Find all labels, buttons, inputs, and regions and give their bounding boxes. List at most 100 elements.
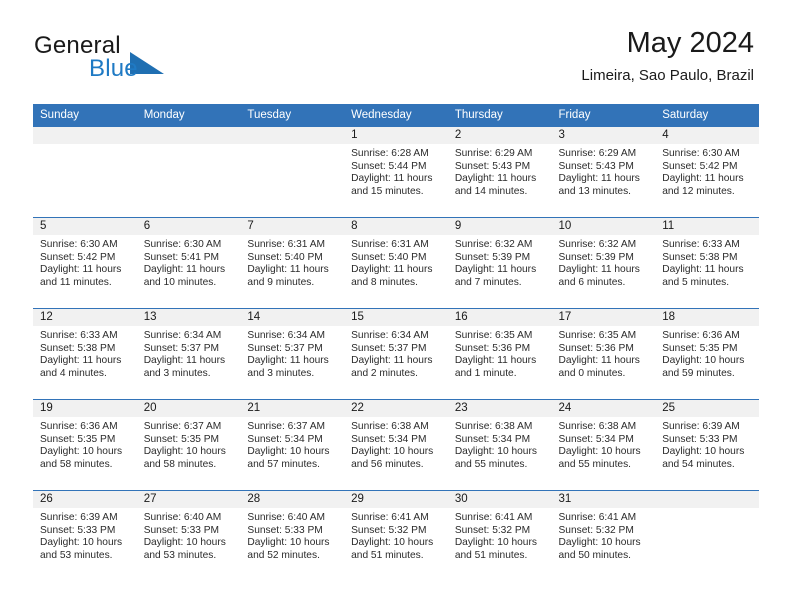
sunrise-text: Sunrise: 6:41 AM [351,512,429,523]
sunset-text: Sunset: 5:32 PM [558,524,634,536]
day-cell-inner [136,127,241,217]
day-number: 3 [551,127,656,144]
sunrise-text: Sunrise: 6:32 AM [454,239,533,250]
day-details: Sunrise: 6:32 AM Sunset: 5:39 PM Daylight:… [448,235,552,289]
day-number [655,491,759,508]
day-details: Sunrise: 6:36 AM Sunset: 5:35 PM Daylight:… [33,417,137,471]
day-cell-inner: 16 Sunrise: 6:35 AM Sunset: 5:36 PM Dayligh… [447,309,552,399]
day-cell-inner: 7 Sunrise: 6:31 AM Sunset: 5:40 PM Daylight… [240,218,345,308]
day-number: 22 [344,400,448,417]
daylight-text-line2: and 15 minutes. [351,185,424,197]
calendar-day-cell[interactable]: 15 Sunrise: 6:34 AM Sunset: 5:37 PM Dayligh… [344,308,448,400]
day-number: 11 [655,218,759,235]
day-cell-inner: 4 Sunrise: 6:30 AM Sunset: 5:42 PM Daylight… [655,127,759,217]
calendar-day-cell[interactable]: 18 Sunrise: 6:36 AM Sunset: 5:35 PM Dayligh… [655,308,759,400]
calendar-day-cell-empty [655,490,759,581]
calendar-day-cell[interactable]: 5 Sunrise: 6:30 AM Sunset: 5:42 PM Daylight… [33,217,137,309]
calendar-day-cell[interactable]: 21 Sunrise: 6:37 AM Sunset: 5:34 PM Dayligh… [240,399,345,491]
day-number [136,127,241,144]
calendar-day-cell[interactable]: 13 Sunrise: 6:34 AM Sunset: 5:37 PM Dayligh… [136,308,241,400]
calendar-day-cell[interactable]: 28 Sunrise: 6:40 AM Sunset: 5:33 PM Dayligh… [240,490,345,581]
sunset-text: Sunset: 5:37 PM [247,342,323,354]
sunrise-text: Sunrise: 6:40 AM [247,512,325,523]
daylight-text-line1: Daylight: 10 hours [351,446,434,458]
calendar-day-cell[interactable]: 16 Sunrise: 6:35 AM Sunset: 5:36 PM Dayligh… [447,308,552,400]
calendar-week-row: 26 Sunrise: 6:39 AM Sunset: 5:33 PM Dayligh… [33,490,759,581]
day-details: Sunrise: 6:33 AM Sunset: 5:38 PM Daylight:… [655,235,759,289]
sunset-text: Sunset: 5:33 PM [247,524,323,536]
day-number: 19 [33,400,137,417]
sunset-text: Sunset: 5:35 PM [40,433,116,445]
day-details: Sunrise: 6:39 AM Sunset: 5:33 PM Daylight:… [655,417,759,471]
weekday-header-sunday: Sunday [33,104,137,127]
day-details: Sunrise: 6:34 AM Sunset: 5:37 PM Daylight:… [137,326,241,380]
sunset-text: Sunset: 5:33 PM [662,433,738,445]
calendar-day-cell[interactable]: 20 Sunrise: 6:37 AM Sunset: 5:35 PM Dayligh… [136,399,241,491]
calendar-day-cell-empty [33,127,137,218]
sunset-text: Sunset: 5:34 PM [247,433,323,445]
calendar-day-cell[interactable]: 23 Sunrise: 6:38 AM Sunset: 5:34 PM Dayligh… [447,399,552,491]
calendar-day-cell[interactable]: 24 Sunrise: 6:38 AM Sunset: 5:34 PM Dayligh… [551,399,656,491]
daylight-text-line2: and 4 minutes. [40,367,107,379]
day-details: Sunrise: 6:34 AM Sunset: 5:37 PM Daylight:… [344,326,448,380]
calendar-day-cell[interactable]: 17 Sunrise: 6:35 AM Sunset: 5:36 PM Dayligh… [551,308,656,400]
calendar-day-cell[interactable]: 11 Sunrise: 6:33 AM Sunset: 5:38 PM Dayligh… [655,217,759,309]
calendar-grid: Sunday Monday Tuesday Wednesday Thursday… [33,104,759,581]
daylight-text-line1: Daylight: 10 hours [558,446,641,458]
day-number: 18 [655,309,759,326]
sunset-text: Sunset: 5:38 PM [662,251,738,263]
sunrise-text: Sunrise: 6:30 AM [40,239,118,250]
calendar-day-cell[interactable]: 6 Sunrise: 6:30 AM Sunset: 5:41 PM Daylight… [136,217,241,309]
sunset-text: Sunset: 5:43 PM [558,160,634,172]
weekday-header-monday: Monday [136,104,241,127]
daylight-text-line1: Daylight: 11 hours [247,355,329,367]
daylight-text-line1: Daylight: 11 hours [558,264,640,276]
daylight-text-line1: Daylight: 11 hours [351,355,433,367]
daylight-text-line1: Daylight: 11 hours [558,355,640,367]
calendar-day-cell[interactable]: 1 Sunrise: 6:28 AM Sunset: 5:44 PM Daylight… [344,127,448,218]
daylight-text-line2: and 14 minutes. [454,185,528,197]
sunset-text: Sunset: 5:32 PM [454,524,531,536]
calendar-day-cell[interactable]: 12 Sunrise: 6:33 AM Sunset: 5:38 PM Dayligh… [33,308,137,400]
calendar-day-cell[interactable]: 3 Sunrise: 6:29 AM Sunset: 5:43 PM Daylight… [551,127,656,218]
sunrise-text: Sunrise: 6:36 AM [40,421,118,432]
sunrise-text: Sunrise: 6:38 AM [454,421,533,432]
sunset-text: Sunset: 5:43 PM [454,160,531,172]
sunrise-text: Sunrise: 6:35 AM [454,330,533,341]
brand-logo[interactable]: General Blue [34,32,244,88]
calendar-day-cell[interactable]: 9 Sunrise: 6:32 AM Sunset: 5:39 PM Daylight… [447,217,552,309]
calendar-day-cell[interactable]: 7 Sunrise: 6:31 AM Sunset: 5:40 PM Daylight… [240,217,345,309]
daylight-text-line2: and 51 minutes. [351,549,424,561]
calendar-day-cell[interactable]: 22 Sunrise: 6:38 AM Sunset: 5:34 PM Dayligh… [344,399,448,491]
calendar-day-cell[interactable]: 2 Sunrise: 6:29 AM Sunset: 5:43 PM Daylight… [447,127,552,218]
calendar-day-cell[interactable]: 25 Sunrise: 6:39 AM Sunset: 5:33 PM Dayligh… [655,399,759,491]
day-cell-inner: 29 Sunrise: 6:41 AM Sunset: 5:32 PM Dayligh… [344,491,448,581]
sunset-text: Sunset: 5:36 PM [454,342,531,354]
calendar-day-cell[interactable]: 10 Sunrise: 6:32 AM Sunset: 5:39 PM Dayligh… [551,217,656,309]
day-number: 28 [240,491,345,508]
calendar-day-cell[interactable]: 29 Sunrise: 6:41 AM Sunset: 5:32 PM Dayligh… [344,490,448,581]
sunrise-text: Sunrise: 6:41 AM [558,512,637,523]
calendar-day-cell[interactable]: 19 Sunrise: 6:36 AM Sunset: 5:35 PM Dayligh… [33,399,137,491]
day-cell-inner: 26 Sunrise: 6:39 AM Sunset: 5:33 PM Dayligh… [33,491,137,581]
sunset-text: Sunset: 5:34 PM [454,433,531,445]
calendar-page: General Blue May 2024 Limeira, Sao Paulo… [0,0,792,612]
calendar-week-row: 1 Sunrise: 6:28 AM Sunset: 5:44 PM Daylight… [33,127,759,218]
day-cell-inner: 31 Sunrise: 6:41 AM Sunset: 5:32 PM Dayligh… [551,491,656,581]
calendar-day-cell[interactable]: 31 Sunrise: 6:41 AM Sunset: 5:32 PM Dayligh… [551,490,656,581]
daylight-text-line1: Daylight: 10 hours [247,537,330,549]
calendar-day-cell[interactable]: 8 Sunrise: 6:31 AM Sunset: 5:40 PM Daylight… [344,217,448,309]
day-cell-inner: 27 Sunrise: 6:40 AM Sunset: 5:33 PM Dayligh… [136,491,241,581]
day-number: 31 [551,491,656,508]
day-number: 9 [447,218,552,235]
day-cell-inner: 9 Sunrise: 6:32 AM Sunset: 5:39 PM Daylight… [447,218,552,308]
day-details: Sunrise: 6:35 AM Sunset: 5:36 PM Daylight:… [448,326,552,380]
daylight-text-line2: and 59 minutes. [662,367,735,379]
calendar-day-cell[interactable]: 26 Sunrise: 6:39 AM Sunset: 5:33 PM Dayligh… [33,490,137,581]
daylight-text-line1: Daylight: 10 hours [40,537,123,549]
calendar-day-cell[interactable]: 30 Sunrise: 6:41 AM Sunset: 5:32 PM Dayligh… [447,490,552,581]
calendar-day-cell[interactable]: 4 Sunrise: 6:30 AM Sunset: 5:42 PM Daylight… [655,127,759,218]
day-details: Sunrise: 6:30 AM Sunset: 5:42 PM Daylight:… [655,144,759,198]
calendar-day-cell[interactable]: 27 Sunrise: 6:40 AM Sunset: 5:33 PM Dayligh… [136,490,241,581]
calendar-day-cell[interactable]: 14 Sunrise: 6:34 AM Sunset: 5:37 PM Dayligh… [240,308,345,400]
